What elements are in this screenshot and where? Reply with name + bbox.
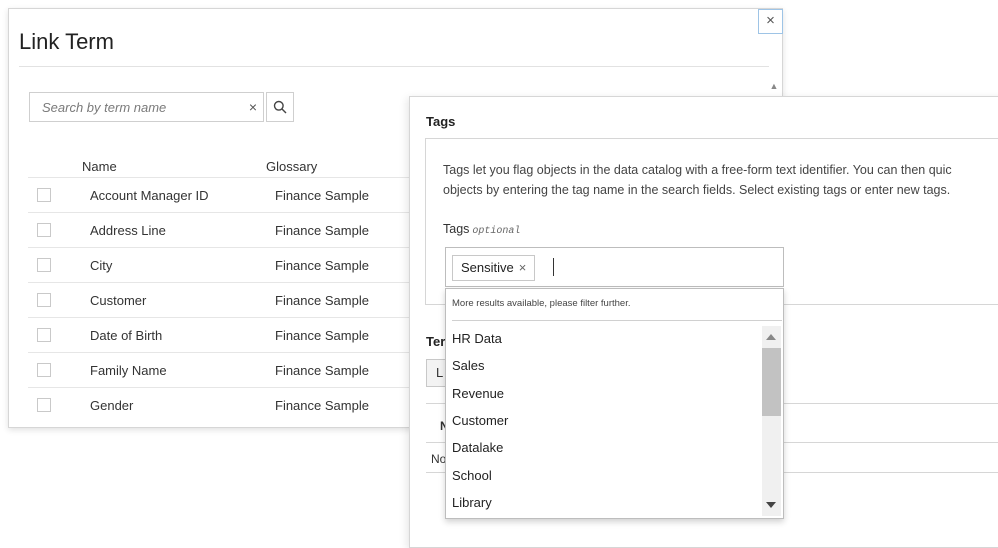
tags-description: Tags let you flag objects in the data ca… <box>443 160 998 200</box>
term-name: Date of Birth <box>90 328 163 343</box>
text-caret <box>553 258 554 276</box>
dialog-title: Link Term <box>19 29 114 54</box>
term-glossary: Finance Sample <box>275 223 369 238</box>
term-glossary: Finance Sample <box>275 293 369 308</box>
term-glossary: Finance Sample <box>275 258 369 273</box>
search-button[interactable] <box>266 92 294 122</box>
search-icon <box>273 100 287 114</box>
tags-input[interactable]: Sensitive × <box>445 247 784 287</box>
table-row[interactable]: Account Manager ID Finance Sample <box>28 177 428 212</box>
term-glossary: Finance Sample <box>275 363 369 378</box>
search-input[interactable] <box>30 93 238 121</box>
row-checkbox[interactable] <box>37 293 51 307</box>
tags-heading: Tags <box>426 114 456 129</box>
dropdown-option[interactable]: Customer <box>452 413 508 428</box>
optional-hint: optional <box>472 226 521 237</box>
row-checkbox[interactable] <box>37 188 51 202</box>
row-checkbox[interactable] <box>37 258 51 272</box>
row-checkbox[interactable] <box>37 363 51 377</box>
clear-search-icon[interactable]: × <box>249 99 257 115</box>
dropdown-option[interactable]: Library <box>452 495 492 510</box>
scroll-down-arrow-icon[interactable] <box>766 502 776 508</box>
tags-description-line: Tags let you flag objects in the data ca… <box>443 163 952 177</box>
divider <box>452 320 782 321</box>
table-row[interactable]: Gender Finance Sample <box>28 387 428 422</box>
dropdown-scrollbar[interactable] <box>762 326 781 516</box>
table-row[interactable]: Customer Finance Sample <box>28 282 428 317</box>
table-row[interactable]: Family Name Finance Sample <box>28 352 428 387</box>
table-row[interactable]: City Finance Sample <box>28 247 428 282</box>
tags-dropdown: More results available, please filter fu… <box>445 288 784 519</box>
scroll-up-icon[interactable]: ▲ <box>767 81 781 95</box>
dropdown-option[interactable]: Revenue <box>452 386 504 401</box>
tags-description-line: objects by entering the tag name in the … <box>443 183 951 197</box>
dropdown-option[interactable]: Datalake <box>452 440 503 455</box>
term-glossary: Finance Sample <box>275 328 369 343</box>
column-header-name[interactable]: Name <box>82 159 117 174</box>
dropdown-option[interactable]: HR Data <box>452 331 502 346</box>
term-name: Address Line <box>90 223 166 238</box>
term-glossary: Finance Sample <box>275 398 369 413</box>
term-name: Gender <box>90 398 134 413</box>
search-field: × <box>29 92 264 122</box>
row-checkbox[interactable] <box>37 223 51 237</box>
tag-chip: Sensitive × <box>452 255 536 281</box>
tag-chip-label: Sensitive <box>461 260 514 275</box>
row-checkbox[interactable] <box>37 398 51 412</box>
dropdown-option[interactable]: School <box>452 468 492 483</box>
remove-tag-icon[interactable]: × <box>519 260 527 275</box>
term-name: Family Name <box>90 363 167 378</box>
dropdown-option[interactable]: Sales <box>452 358 485 373</box>
table-row[interactable]: Date of Birth Finance Sample <box>28 317 428 352</box>
term-name: Account Manager ID <box>90 188 209 203</box>
row-checkbox[interactable] <box>37 328 51 342</box>
tags-label-text: Tags <box>443 222 470 236</box>
scrollbar-thumb[interactable] <box>762 348 781 416</box>
column-header-glossary[interactable]: Glossary <box>266 159 317 174</box>
table-row[interactable]: Address Line Finance Sample <box>28 212 428 247</box>
term-name: Customer <box>90 293 147 308</box>
term-glossary: Finance Sample <box>275 188 369 203</box>
more-results-note: More results available, please filter fu… <box>452 298 631 309</box>
divider <box>19 66 769 67</box>
scroll-up-arrow-icon[interactable] <box>766 334 776 340</box>
tags-field-label: Tags optional <box>443 222 520 237</box>
term-name: City <box>90 258 113 273</box>
terms-heading: Ter <box>426 334 446 349</box>
close-button[interactable]: × <box>758 9 783 34</box>
